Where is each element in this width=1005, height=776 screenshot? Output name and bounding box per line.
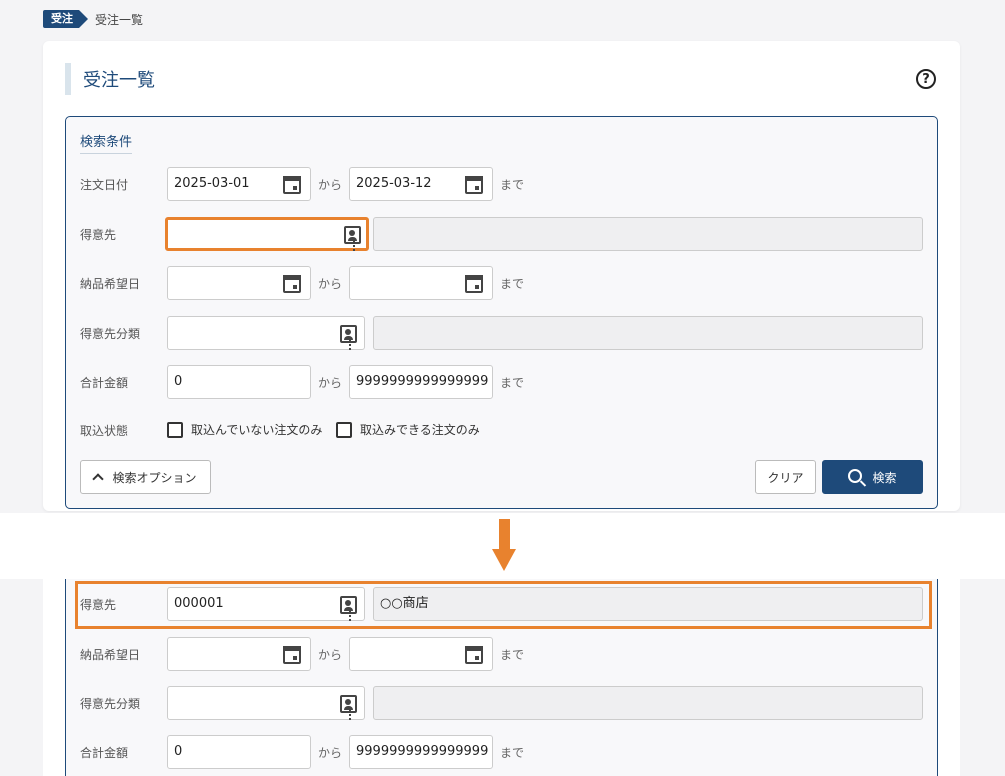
total-amount-to-field[interactable]: 9999999999999999 [349, 735, 493, 769]
calendar-icon[interactable] [283, 646, 301, 664]
after-delivery-date-row: 納品希望日 から まで [66, 637, 937, 671]
down-arrow-shaft [499, 519, 510, 551]
range-from-text: から [318, 277, 343, 291]
customer-name-field [373, 217, 923, 251]
total-amount-from-value: 0 [174, 374, 183, 389]
range-from-text: から [318, 178, 343, 192]
contact-book-icon[interactable] [340, 596, 357, 621]
calendar-icon[interactable] [465, 646, 483, 664]
delivery-date-label: 納品希望日 [80, 277, 141, 291]
down-arrow-icon [492, 549, 516, 571]
transition-gap [0, 513, 1005, 579]
range-to-text: まで [500, 277, 525, 291]
total-amount-from-field[interactable]: 0 [167, 365, 311, 399]
page-title: 受注一覧 [83, 70, 155, 91]
range-to-text: まで [500, 648, 525, 662]
import-status-row: 取込状態 取込んでいない注文のみ 取込みできる注文のみ [66, 413, 937, 447]
order-date-row: 注文日付 2025-03-01 から 2025-03-12 まで [66, 167, 937, 201]
contact-tabs [349, 608, 352, 621]
breadcrumb-root[interactable]: 受注 [43, 10, 88, 28]
delivery-date-from-field[interactable] [167, 266, 311, 300]
calendar-icon[interactable] [283, 275, 301, 293]
range-to-text: まで [500, 746, 525, 760]
order-date-to-field[interactable]: 2025-03-12 [349, 167, 493, 201]
not-imported-label[interactable]: 取込んでいない注文のみ [191, 421, 322, 438]
not-imported-checkbox-group[interactable]: 取込んでいない注文のみ [167, 421, 322, 438]
order-date-label: 注文日付 [80, 178, 129, 192]
calendar-icon[interactable] [465, 275, 483, 293]
breadcrumb-current: 受注一覧 [95, 12, 144, 27]
contact-tabs [349, 707, 352, 720]
search-options-button[interactable]: 検索オプション [80, 460, 211, 494]
after-customer-class-row: 得意先分類 [66, 686, 937, 720]
total-amount-to-value: 9999999999999999 [356, 374, 489, 389]
contact-book-icon[interactable] [344, 226, 361, 251]
import-status-label: 取込状態 [80, 424, 129, 438]
order-date-from-value: 2025-03-01 [174, 176, 250, 191]
delivery-date-label: 納品希望日 [80, 648, 141, 662]
total-amount-from-field[interactable]: 0 [167, 735, 311, 769]
total-amount-label: 合計金額 [80, 376, 129, 390]
importable-checkbox[interactable] [336, 421, 352, 438]
customer-code-field[interactable]: 000001 [167, 587, 365, 621]
importable-label[interactable]: 取込みできる注文のみ [360, 421, 480, 438]
range-from-text: から [318, 746, 343, 760]
order-date-to-value: 2025-03-12 [356, 176, 432, 191]
customer-name-value: ○○商店 [380, 596, 429, 611]
customer-row: 得意先 [66, 217, 937, 251]
total-amount-label: 合計金額 [80, 746, 129, 760]
not-imported-checkbox[interactable] [167, 421, 183, 438]
customer-label: 得意先 [80, 228, 117, 242]
customer-class-row: 得意先分類 [66, 316, 937, 350]
customer-class-name-field [373, 316, 923, 350]
delivery-date-from-field[interactable] [167, 637, 311, 671]
customer-class-name-field [373, 686, 923, 720]
clear-label: クリア [767, 470, 804, 485]
after-card: 得意先 000001 ○○商店 納品希望日 から まで 得意先分類 合計金額 0… [43, 579, 960, 776]
range-from-text: から [318, 648, 343, 662]
delivery-date-row: 納品希望日 から まで [66, 266, 937, 300]
customer-class-code-field[interactable] [167, 316, 365, 350]
total-amount-from-value: 0 [174, 744, 183, 759]
after-search-panel: 得意先 000001 ○○商店 納品希望日 から まで 得意先分類 合計金額 0… [65, 579, 938, 776]
chevron-up-icon [92, 473, 105, 485]
contact-book-icon[interactable] [340, 695, 357, 720]
customer-name-field: ○○商店 [373, 587, 923, 621]
range-to-text: まで [500, 178, 525, 192]
clear-button[interactable]: クリア [755, 460, 816, 494]
after-customer-row: 得意先 000001 ○○商店 [66, 587, 937, 621]
contact-tabs [353, 238, 356, 251]
contact-tabs [349, 337, 352, 350]
total-amount-row: 合計金額 0 から 9999999999999999 まで [66, 365, 937, 399]
breadcrumb: 受注 受注一覧 [43, 10, 143, 28]
help-icon[interactable]: ? [916, 69, 936, 89]
customer-code-value: 000001 [174, 596, 224, 611]
importable-checkbox-group[interactable]: 取込みできる注文のみ [336, 421, 480, 438]
page-title-wrap: 受注一覧 [65, 63, 155, 95]
customer-code-field[interactable] [165, 217, 369, 251]
order-date-from-field[interactable]: 2025-03-01 [167, 167, 311, 201]
search-panel-title: 検索条件 [80, 131, 133, 154]
customer-class-label: 得意先分類 [80, 327, 141, 341]
search-options-label: 検索オプション [112, 470, 197, 485]
calendar-icon[interactable] [465, 176, 483, 194]
range-to-text: まで [500, 376, 525, 390]
delivery-date-to-field[interactable] [349, 266, 493, 300]
total-amount-to-field[interactable]: 9999999999999999 [349, 365, 493, 399]
total-amount-to-value: 9999999999999999 [356, 744, 489, 759]
customer-class-label: 得意先分類 [80, 697, 141, 711]
after-state-section: 得意先 000001 ○○商店 納品希望日 から まで 得意先分類 合計金額 0… [0, 579, 1005, 776]
delivery-date-to-field[interactable] [349, 637, 493, 671]
contact-book-icon[interactable] [340, 325, 357, 350]
customer-class-code-field[interactable] [167, 686, 365, 720]
range-from-text: から [318, 376, 343, 390]
search-panel: 検索条件 注文日付 2025-03-01 から 2025-03-12 まで 得意… [65, 116, 938, 509]
search-icon [848, 469, 863, 483]
search-label: 検索 [872, 470, 897, 485]
customer-label: 得意先 [80, 598, 117, 612]
calendar-icon[interactable] [283, 176, 301, 194]
search-button[interactable]: 検索 [822, 460, 923, 494]
after-total-amount-row: 合計金額 0 から 9999999999999999 まで [66, 735, 937, 769]
main-card: 受注一覧 ? 検索条件 注文日付 2025-03-01 から 2025-03-1… [43, 41, 960, 511]
